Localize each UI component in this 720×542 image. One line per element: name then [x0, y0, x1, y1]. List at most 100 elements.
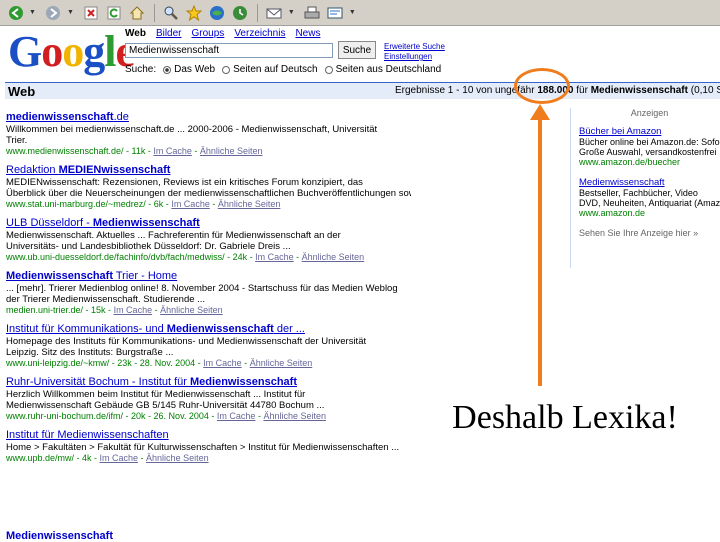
home-icon[interactable] [128, 3, 147, 22]
results-header-title: Web [8, 83, 36, 99]
back-icon[interactable] [6, 3, 25, 22]
history-icon[interactable] [231, 3, 250, 22]
edit-dropdown-icon[interactable]: ▼ [349, 9, 356, 16]
result-snippet: Medienwissenschaft. Aktuelles ... Fachre… [6, 230, 341, 241]
forward-dropdown-icon[interactable]: ▼ [67, 9, 74, 16]
caption-text: Deshalb Lexika! [452, 399, 678, 436]
result-title-link[interactable]: Medienwissenschaft Trier - Home [6, 270, 411, 283]
similar-link[interactable]: Ähnliche Seiten [250, 358, 313, 368]
logo-letter: o [41, 27, 63, 76]
cache-link[interactable]: Im Cache [153, 146, 192, 156]
result-title-link[interactable]: Medienwissenschaft [6, 530, 113, 542]
scope-web-radio[interactable] [163, 65, 172, 74]
google-logo[interactable]: Google [8, 27, 135, 76]
result-title-link[interactable]: medienwissenschaft.de [6, 111, 411, 124]
result-meta: www.upb.de/mw/ - 4k - Im Cache - Ähnlich… [6, 453, 209, 463]
result-snippet: Herzlich Willkommen beim Institut für Me… [6, 389, 306, 400]
result-meta: www.ruhr-uni-bochum.de/ifm/ - 20k - 26. … [6, 411, 326, 421]
result-item: Institut für Medienwissenschaften Home >… [6, 429, 411, 464]
back-dropdown-icon[interactable]: ▼ [29, 9, 36, 16]
stats-query: Medienwissenschaft [590, 85, 688, 96]
similar-link[interactable]: Ähnliche Seiten [218, 199, 281, 209]
ad-title-link[interactable]: Medienwissenschaft [579, 177, 720, 188]
result-meta: medien.uni-trier.de/ - 15k - Im Cache - … [6, 305, 223, 315]
search-scope: Suche: Das Web Seiten auf Deutsch Seiten… [125, 64, 441, 75]
similar-link[interactable]: Ähnliche Seiten [146, 453, 209, 463]
toolbar-separator [256, 3, 258, 22]
ad-title-link[interactable]: Bücher bei Amazon [579, 126, 720, 137]
tab-images[interactable]: Bilder [156, 28, 182, 39]
search-icon[interactable] [162, 3, 181, 22]
stop-icon[interactable] [82, 3, 101, 22]
tab-web: Web [125, 28, 146, 39]
advanced-search-link[interactable]: Erweiterte Suche [384, 42, 445, 52]
scope-country-radio[interactable] [324, 65, 333, 74]
scope-label: Suche: [125, 64, 157, 75]
ad-text: Bücher online bei Amazon.de: Sofort [579, 137, 720, 147]
arrow-shaft [538, 118, 542, 386]
stats-time: (0,10 Sek [690, 85, 720, 96]
result-meta: www.stat.uni-marburg.de/~medrez/ - 6k - … [6, 199, 281, 209]
result-title-link[interactable]: ULB Düsseldorf - Medienwissenschaft [6, 217, 411, 230]
ad-url: www.amazon.de/buecher [579, 157, 681, 167]
result-title-link[interactable]: Ruhr-Universität Bochum - Institut für M… [6, 376, 411, 389]
result-item: Redaktion MEDIENwissenschaft MEDIENwisse… [6, 164, 411, 210]
result-url: www.stat.uni-marburg.de/~medrez/ - 6k - [6, 199, 172, 209]
search-button[interactable]: Suche [338, 41, 376, 59]
similar-link[interactable]: Ähnliche Seiten [160, 305, 223, 315]
result-snippet: MEDIENwissenschaft: Rezensionen, Reviews… [6, 177, 363, 188]
result-title-link[interactable]: Institut für Medienwissenschaften [6, 429, 411, 442]
ad-url: www.amazon.de [579, 208, 646, 218]
result-item: Ruhr-Universität Bochum - Institut für M… [6, 376, 411, 422]
similar-link[interactable]: Ähnliche Seiten [302, 252, 365, 262]
ad-text: DVD, Neuheiten, Antiquariat (Amazon) [579, 198, 720, 208]
result-item: ULB Düsseldorf - Medienwissenschaft Medi… [6, 217, 411, 263]
similar-link[interactable]: Ähnliche Seiten [200, 146, 263, 156]
result-title-link[interactable]: Institut für Kommunikations- und Medienw… [6, 323, 411, 336]
search-input[interactable] [125, 43, 333, 58]
ads-more-link[interactable]: Sehen Sie Ihre Anzeige hier » [579, 228, 720, 238]
result-snippet: Leipzig. Sitz des Instituts: Burgstraße … [6, 347, 174, 358]
toolbar-separator [153, 3, 155, 22]
ads-sidebar: Anzeigen Bücher bei Amazon Bücher online… [570, 108, 720, 268]
results-list: medienwissenschaft.de Willkommen bei med… [6, 111, 411, 471]
result-snippet: Medienwissenschaft Gebäude GB 5/145 Ruhr… [6, 400, 325, 411]
scope-german-label: Seiten auf Deutsch [233, 64, 318, 75]
refresh-icon[interactable] [105, 3, 124, 22]
result-url: www.medienwissenschaft.de/ - 11k - [6, 146, 154, 156]
tab-directory[interactable]: Verzeichnis [234, 28, 285, 39]
tab-groups[interactable]: Groups [192, 28, 225, 39]
ad-text: Bestseller, Fachbücher, Video [579, 188, 698, 198]
scope-german-radio[interactable] [222, 65, 231, 74]
edit-icon[interactable] [326, 3, 345, 22]
ad-item: Medienwissenschaft Bestseller, Fachbüche… [579, 177, 720, 218]
caption-box: Deshalb Lexika! [420, 396, 710, 440]
cache-link[interactable]: Im Cache [255, 252, 294, 262]
similar-link[interactable]: Ähnliche Seiten [263, 411, 326, 421]
tab-news[interactable]: News [295, 28, 320, 39]
result-url: www.upb.de/mw/ - 4k - [6, 453, 100, 463]
print-icon[interactable] [303, 3, 322, 22]
cache-link[interactable]: Im Cache [100, 453, 139, 463]
result-title-link[interactable]: Redaktion MEDIENwissenschaft [6, 164, 411, 177]
result-snippet: Home > Fakultäten > Fakultät für Kulturw… [6, 442, 400, 453]
result-snippet: Universitäts- und Landesbibliothek Düsse… [6, 241, 291, 252]
mail-dropdown-icon[interactable]: ▼ [288, 9, 295, 16]
forward-icon[interactable] [44, 3, 63, 22]
ads-header: Anzeigen [630, 108, 669, 118]
result-item: Medienwissenschaft Trier - Home ... [meh… [6, 270, 411, 316]
cache-link[interactable]: Im Cache [203, 358, 242, 368]
result-url: www.uni-leipzig.de/~kmw/ - 23k - 28. Nov… [6, 358, 204, 368]
results-header-bar: Web Ergebnisse 1 - 10 von ungefähr 188.0… [5, 82, 720, 99]
result-item: Institut für Kommunikations- und Medienw… [6, 323, 411, 369]
cache-link[interactable]: Im Cache [114, 305, 153, 315]
mail-icon[interactable] [265, 3, 284, 22]
cache-link[interactable]: Im Cache [171, 199, 210, 209]
media-icon[interactable] [208, 3, 227, 22]
cache-link[interactable]: Im Cache [217, 411, 256, 421]
favorites-icon[interactable] [185, 3, 204, 22]
search-nav: Web Bilder Groups Verzeichnis News [125, 28, 320, 39]
result-meta: www.medienwissenschaft.de/ - 11k - Im Ca… [6, 146, 263, 156]
settings-link[interactable]: Einstellungen [384, 52, 445, 62]
result-url: medien.uni-trier.de/ - 15k - [6, 305, 114, 315]
